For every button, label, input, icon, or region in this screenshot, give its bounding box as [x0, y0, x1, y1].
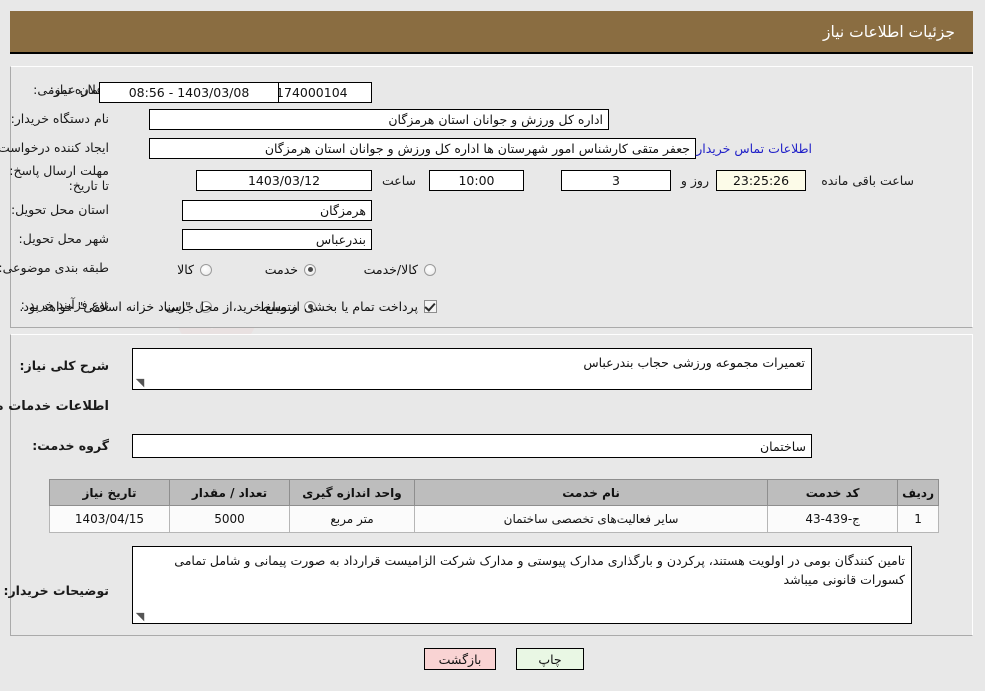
requester-label-row: ایجاد کننده درخواست: [0, 140, 110, 155]
print-button[interactable]: چاپ [517, 648, 585, 670]
cell-name: سایر فعالیت‌های تخصصی ساختمان [414, 505, 770, 533]
public-announce-value: 1403/03/08 - 08:56 [100, 82, 280, 103]
deadline-date-value: 1403/03/12 [197, 170, 373, 191]
service-group-label: گروه خدمت: [33, 438, 110, 453]
province-label-row: استان محل تحویل: [12, 202, 110, 217]
treasury-bond-checkbox-row[interactable]: پرداخت تمام یا بخشی از مبلغ خرید،از محل … [20, 299, 438, 314]
service-group-value: ساختمان [133, 434, 813, 458]
requester-value: جعفر متقی کارشناس امور شهرستان ها اداره … [150, 138, 697, 159]
category-label-row: طبقه بندی موضوعی: [0, 260, 110, 275]
deadline-days-value: 3 [562, 170, 672, 191]
requester-label: ایجاد کننده درخواست: [0, 140, 110, 155]
deadline-time-value: 10:00 [430, 170, 525, 191]
deadline-countdown-label: ساعت باقی مانده [822, 173, 915, 188]
need-info-panel [11, 66, 974, 328]
col-unit: واحد اندازه گیری [290, 479, 416, 506]
resize-grip-icon[interactable]: ◤ [136, 376, 146, 389]
buyer-notes-textarea[interactable]: تامین کنندگان بومی در اولویت هستند، پرکر… [133, 546, 913, 624]
buyer-notes-label: توضیحات خریدار: [4, 583, 110, 598]
checkbox-icon[interactable] [425, 300, 438, 313]
category-option-goods[interactable]: کالا [178, 262, 213, 277]
table-row: 1 ج-439-43 سایر فعالیت‌های تخصصی ساختمان… [50, 505, 940, 533]
category-option-goods-service[interactable]: کالا/خدمت [365, 262, 437, 277]
city-value: بندرعباس [183, 229, 373, 250]
deadline-days-label: روز و [681, 173, 710, 188]
page-root: AriaTender.net جزئیات اطلاعات نیاز شماره… [0, 0, 985, 691]
category-option-goods-label: کالا [178, 262, 195, 277]
table-header-row: ردیف کد خدمت نام خدمت واحد اندازه گیری ت… [50, 479, 940, 506]
col-name: نام خدمت [414, 479, 770, 506]
radio-icon[interactable] [305, 263, 317, 276]
deadline-label-row: مهلت ارسال پاسخ: تا تاریخ: [0, 163, 110, 193]
back-button[interactable]: بازگشت [425, 648, 497, 670]
cell-qty: 5000 [170, 505, 291, 533]
city-label-row: شهر محل تحویل: [20, 231, 110, 246]
province-label: استان محل تحویل: [11, 202, 110, 217]
cell-unit: متر مربع [290, 505, 416, 533]
resize-grip-icon[interactable]: ◤ [136, 610, 146, 623]
category-option-service[interactable]: خدمت [266, 262, 317, 277]
radio-icon[interactable] [425, 263, 437, 276]
buyer-org-label-row: نام دستگاه خریدار: [12, 111, 110, 126]
buyer-contact-link[interactable]: اطلاعات تماس خریدار [697, 141, 813, 156]
col-index: ردیف [898, 479, 940, 506]
buyer-notes-value: تامین کنندگان بومی در اولویت هستند، پرکر… [175, 553, 906, 588]
col-code: کد خدمت [768, 479, 900, 506]
province-value: هرمزگان [183, 200, 373, 221]
col-qty: تعداد / مقدار [170, 479, 291, 506]
city-label: شهر محل تحویل: [19, 231, 110, 246]
general-desc-label: شرح کلی نیاز: [20, 358, 110, 373]
deadline-time-label: ساعت [382, 173, 417, 188]
cell-code: ج-439-43 [768, 505, 900, 533]
radio-icon[interactable] [201, 263, 213, 276]
category-label: طبقه بندی موضوعی: [0, 260, 110, 275]
category-option-service-label: خدمت [265, 262, 299, 277]
general-desc-value: تعمیرات مجموعه ورزشی حجاب بندرعباس [584, 355, 806, 370]
deadline-countdown-value: 23:25:26 [717, 170, 807, 191]
buyer-org-value: اداره کل ورزش و جوانان استان هرمزگان [150, 109, 610, 130]
buyer-org-label: نام دستگاه خریدار: [11, 111, 110, 126]
treasury-bond-checkbox-label: پرداخت تمام یا بخشی از مبلغ خرید،از محل … [20, 299, 419, 314]
page-title: جزئیات اطلاعات نیاز [824, 22, 956, 41]
col-date: تاریخ نیاز [50, 479, 171, 506]
general-desc-textarea[interactable]: تعمیرات مجموعه ورزشی حجاب بندرعباس ◤ [133, 348, 813, 390]
cell-date: 1403/04/15 [50, 505, 171, 533]
cell-index: 1 [898, 505, 940, 533]
category-option-goods-service-label: کالا/خدمت [364, 262, 419, 277]
services-table: ردیف کد خدمت نام خدمت واحد اندازه گیری ت… [50, 479, 940, 533]
page-header: جزئیات اطلاعات نیاز [11, 11, 974, 54]
deadline-label: مهلت ارسال پاسخ: تا تاریخ: [10, 163, 110, 193]
services-section-title: اطلاعات خدمات مورد نیاز [0, 399, 110, 414]
